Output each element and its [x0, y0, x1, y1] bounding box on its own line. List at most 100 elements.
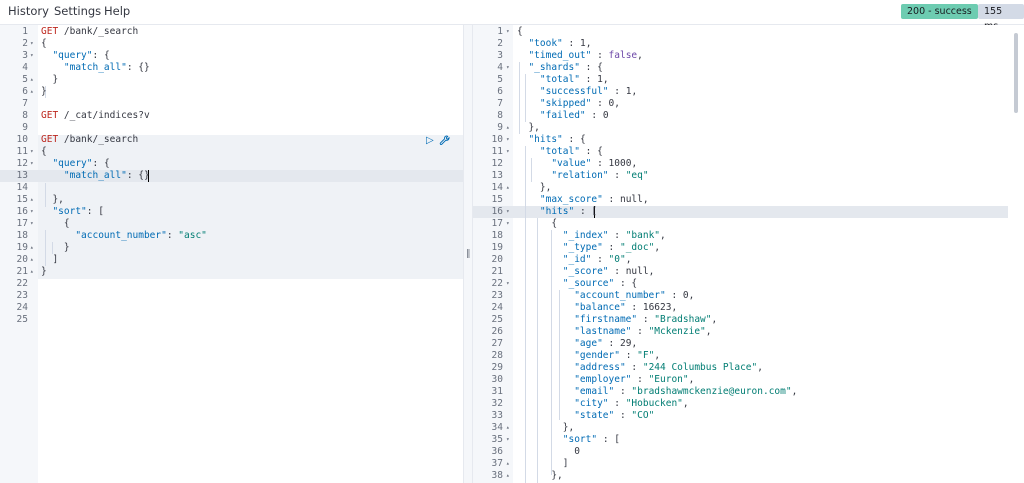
request_editor-line[interactable]: 19 ▴ }	[0, 242, 463, 254]
response_viewer-line[interactable]: 24 "balance" : 16623,	[473, 302, 1024, 314]
response_viewer-line[interactable]: 31 "email" : "bradshawmckenzie@euron.com…	[473, 386, 1024, 398]
fold-down-icon[interactable]: ▾	[30, 206, 34, 218]
response_viewer-line[interactable]: 36 0	[473, 446, 1024, 458]
response_viewer-line[interactable]: 18 "_index" : "bank",	[473, 230, 1024, 242]
menu-help[interactable]: Help	[104, 4, 130, 18]
response_viewer-line[interactable]: 22 ▾ "_source" : {	[473, 278, 1024, 290]
response_viewer-line[interactable]: 19 "_type" : "_doc",	[473, 242, 1024, 254]
response_viewer-line[interactable]: 15 "max_score" : null,	[473, 194, 1024, 206]
fold-down-icon[interactable]: ▾	[506, 62, 510, 74]
request_editor-line[interactable]: 22	[0, 278, 463, 290]
response_viewer-line[interactable]: 25 "firstname" : "Bradshaw",	[473, 314, 1024, 326]
response_viewer-line[interactable]: 8 "failed" : 0	[473, 110, 1024, 122]
request_editor-line[interactable]: 1 GET /bank/_search	[0, 26, 463, 38]
response_viewer-line[interactable]: 9 ▴ },	[473, 122, 1024, 134]
request_editor-line[interactable]: 4 "match_all": {}	[0, 62, 463, 74]
fold-down-icon[interactable]: ▾	[30, 158, 34, 170]
scrollbar-thumb[interactable]	[1014, 33, 1018, 113]
fold-up-icon[interactable]: ▴	[30, 266, 34, 278]
request_editor-line[interactable]: 7	[0, 98, 463, 110]
response_viewer-line[interactable]: 23 "account_number" : 0,	[473, 290, 1024, 302]
token-punc: :	[608, 86, 626, 97]
response_viewer-line[interactable]: 35 ▾ "sort" : [	[473, 434, 1024, 446]
request_editor-line[interactable]: 10 GET /bank/_search	[0, 134, 463, 146]
fold-down-icon[interactable]: ▾	[30, 38, 34, 50]
response_viewer-line[interactable]: 10 ▾ "hits" : {	[473, 134, 1024, 146]
fold-down-icon[interactable]: ▾	[506, 278, 510, 290]
response_viewer-line[interactable]: 11 ▾ "total" : {	[473, 146, 1024, 158]
menu-history[interactable]: History	[8, 4, 49, 18]
response_viewer-line[interactable]: 27 "age" : 29,	[473, 338, 1024, 350]
pane-resizer[interactable]: ‖	[463, 25, 473, 483]
response_viewer-line[interactable]: 20 "_id" : "0",	[473, 254, 1024, 266]
request_editor-line[interactable]: 17 ▾ {	[0, 218, 463, 230]
response-viewer[interactable]: 1 ▾{2 "took" : 1, 3 "timed_out" : false, 4 ▾…	[473, 25, 1024, 483]
response_viewer-line[interactable]: 2 "took" : 1,	[473, 38, 1024, 50]
response_viewer-line[interactable]: 32 "city" : "Hobucken",	[473, 398, 1024, 410]
response_viewer-line[interactable]: 17 ▾ {	[473, 218, 1024, 230]
fold-down-icon[interactable]: ▾	[506, 218, 510, 230]
fold-up-icon[interactable]: ▴	[30, 194, 34, 206]
response_viewer-line[interactable]: 26 "lastname" : "Mckenzie",	[473, 326, 1024, 338]
response_viewer-line[interactable]: 4 ▾ "_shards" : {	[473, 62, 1024, 74]
response_viewer-line[interactable]: 16 ▾ "hits" : [	[473, 206, 1024, 218]
fold-down-icon[interactable]: ▾	[30, 146, 34, 158]
request_editor-line[interactable]: 8 GET /_cat/indices?v	[0, 110, 463, 122]
request_editor-line[interactable]: 12 ▾ "query": {	[0, 158, 463, 170]
request_editor-line[interactable]: 20 ▴ ]	[0, 254, 463, 266]
response_viewer-line[interactable]: 29 "address" : "244 Columbus Place",	[473, 362, 1024, 374]
response_viewer-line[interactable]: 38 ▴ },	[473, 470, 1024, 482]
response-scrollbar[interactable]	[1011, 25, 1024, 483]
fold-down-icon[interactable]: ▾	[506, 146, 510, 158]
fold-down-icon[interactable]: ▾	[506, 134, 510, 146]
response_viewer-line[interactable]: 33 "state" : "CO"	[473, 410, 1024, 422]
response_viewer-line[interactable]: 34 ▴ },	[473, 422, 1024, 434]
request_editor-line[interactable]: 13 "match_all": {}	[0, 170, 463, 182]
response_viewer-line[interactable]: 5 "total" : 1,	[473, 74, 1024, 86]
request_editor-line[interactable]: 11 ▾ {	[0, 146, 463, 158]
request_editor-line[interactable]: 25	[0, 314, 463, 326]
request_editor-line[interactable]: 18 "account_number": "asc"	[0, 230, 463, 242]
response_viewer-line[interactable]: 12 "value" : 1000,	[473, 158, 1024, 170]
fold-up-icon[interactable]: ▴	[506, 470, 510, 482]
menu-settings[interactable]: Settings	[54, 4, 101, 18]
response_viewer-line[interactable]: 14 ▴ },	[473, 182, 1024, 194]
request_editor-line[interactable]: 2 ▾ {	[0, 38, 463, 50]
response_viewer-line[interactable]: 1 ▾ {	[473, 26, 1024, 38]
request_editor-line[interactable]: 24	[0, 302, 463, 314]
response_viewer-line[interactable]: 7 "skipped" : 0,	[473, 98, 1024, 110]
response_viewer-line[interactable]: 13 "relation" : "eq"	[473, 170, 1024, 182]
request_editor-line[interactable]: 15 ▴ },	[0, 194, 463, 206]
fold-up-icon[interactable]: ▴	[30, 242, 34, 254]
line-number: 15	[491, 194, 503, 205]
fold-down-icon[interactable]: ▾	[506, 26, 510, 38]
request_editor-line[interactable]: 6 ▴}	[0, 86, 463, 98]
response_viewer-line[interactable]: 28 "gender" : "F",	[473, 350, 1024, 362]
fold-down-icon[interactable]: ▾	[506, 434, 510, 446]
response_viewer-line[interactable]: 37 ▴ ]	[473, 458, 1024, 470]
resize-handle-icon[interactable]: ‖	[466, 249, 471, 259]
response_viewer-line[interactable]: 6 "successful" : 1,	[473, 86, 1024, 98]
fold-down-icon[interactable]: ▾	[30, 218, 34, 230]
request_editor-line[interactable]: 21 ▴}	[0, 266, 463, 278]
fold-up-icon[interactable]: ▴	[30, 254, 34, 266]
request_editor-line[interactable]: 16 ▾ "sort": [	[0, 206, 463, 218]
response_viewer-line[interactable]: 30 "employer" : "Euron",	[473, 374, 1024, 386]
request_editor-line[interactable]: 5 ▴ }	[0, 74, 463, 86]
fold-down-icon[interactable]: ▾	[30, 50, 34, 62]
request_editor-line[interactable]: 23	[0, 290, 463, 302]
request_editor-line[interactable]: 3 ▾ "query": {	[0, 50, 463, 62]
fold-up-icon[interactable]: ▴	[506, 458, 510, 470]
line-number: 20	[491, 254, 503, 265]
response_viewer-line[interactable]: 3 "timed_out" : false,	[473, 50, 1024, 62]
fold-up-icon[interactable]: ▴	[506, 182, 510, 194]
request_editor-line[interactable]: 14	[0, 182, 463, 194]
response_viewer-line[interactable]: 21 "_score" : null,	[473, 266, 1024, 278]
fold-up-icon[interactable]: ▴	[506, 422, 510, 434]
fold-up-icon[interactable]: ▴	[30, 74, 34, 86]
request_editor-line[interactable]: 9	[0, 122, 463, 134]
fold-up-icon[interactable]: ▴	[506, 122, 510, 134]
fold-down-icon[interactable]: ▾	[506, 206, 510, 218]
fold-up-icon[interactable]: ▴	[30, 86, 34, 98]
request-editor[interactable]: ▷ 1 GET /bank/_search 2 ▾{3 ▾ "query": {4 "m…	[0, 25, 463, 483]
